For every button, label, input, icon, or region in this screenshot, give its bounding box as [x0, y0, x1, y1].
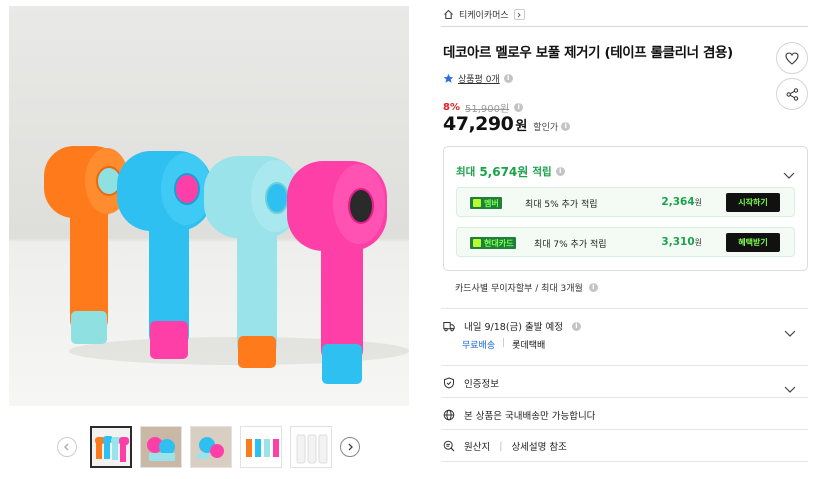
- installment-info: 카드사별 무이자할부 / 최대 3개월 i: [455, 281, 598, 294]
- thumbnail-5[interactable]: [290, 426, 332, 468]
- reward-toggle[interactable]: [783, 164, 795, 183]
- share-icon: [786, 87, 798, 101]
- reward-item-hyundaicard: 현대카드 최대 7% 추가 적립 3,310원 혜택받기: [456, 227, 795, 257]
- divider: [441, 308, 808, 309]
- separator: |: [502, 338, 506, 348]
- product-info-panel: 티케이카머스 데코아르 멜로우 보풀 제거기 (테이프 롤클리너 겸용) 상품평…: [441, 0, 808, 479]
- certification-toggle[interactable]: [784, 378, 796, 397]
- shipping-text: 내일 9/18(금) 출발 예정: [464, 322, 563, 333]
- shield-icon: [444, 377, 454, 389]
- sale-price-row: 47,290 원 할인가 i: [443, 113, 571, 135]
- home-icon: [444, 9, 453, 20]
- thumbnail-next-button[interactable]: [340, 437, 360, 457]
- product-title: 데코아르 멜로우 보풀 제거기 (테이프 롤클리너 겸용): [443, 45, 733, 61]
- separator: |: [499, 440, 503, 452]
- reward-item-member: 멤버 최대 5% 추가 적립 2,364원 시작하기: [456, 187, 795, 217]
- reward-desc: 최대 5% 추가 적립: [525, 200, 598, 210]
- thumbnail-4[interactable]: [240, 426, 282, 468]
- share-button[interactable]: [776, 78, 808, 110]
- reward-box: 최대 5,674원 적립 i 멤버 최대 5% 추가 적립 2,364원 시작하…: [443, 146, 808, 271]
- reward-value: 2,364원: [661, 196, 702, 208]
- divider: [441, 397, 808, 398]
- globe-icon: [443, 409, 455, 421]
- wishlist-button[interactable]: [776, 42, 808, 74]
- domestic-shipping-row: 본 상품은 국내배송만 가능합니다: [443, 408, 595, 422]
- review-count-link[interactable]: 상품평 0개: [458, 72, 500, 85]
- info-icon[interactable]: i: [555, 167, 565, 176]
- reward-value: 3,310원: [661, 236, 702, 248]
- chevron-right-icon: [513, 9, 525, 20]
- thumbnail-3[interactable]: [190, 426, 232, 468]
- sale-price-unit: 원: [515, 119, 528, 134]
- reward-max-amount: 5,674원: [479, 165, 529, 179]
- certification-row[interactable]: 인증정보: [443, 376, 499, 390]
- get-benefit-button[interactable]: 혜택받기: [726, 233, 780, 252]
- search-doc-icon: [443, 440, 455, 452]
- lint-remover-mint: [204, 156, 299, 368]
- lint-remover-blue: [117, 151, 212, 359]
- reward-desc: 최대 7% 추가 적립: [534, 240, 607, 250]
- info-icon[interactable]: i: [561, 122, 571, 131]
- arrow-left-icon: [64, 443, 69, 451]
- free-shipping-label: 무료배송: [462, 341, 496, 351]
- divider: [441, 461, 808, 462]
- divider: [441, 26, 808, 27]
- sale-price: 47,290: [443, 113, 514, 135]
- start-button[interactable]: 시작하기: [726, 193, 780, 212]
- member-badge: 멤버: [470, 197, 502, 209]
- hyundaicard-badge: 현대카드: [470, 237, 517, 249]
- info-icon[interactable]: i: [572, 321, 581, 331]
- rating-summary[interactable]: 상품평 0개 i: [443, 72, 513, 85]
- reward-suffix: 적립: [532, 166, 552, 178]
- origin-row: 원산지 | 상세설명 참조: [443, 439, 567, 453]
- sale-price-label: 할인가: [533, 123, 559, 133]
- discount-rate: 8%: [443, 102, 460, 113]
- chevron-down-icon: [784, 330, 796, 337]
- installment-text: 카드사별 무이자할부 / 최대 3개월: [455, 284, 583, 294]
- courier-name: 롯데택배: [512, 341, 546, 351]
- shipping-details: 무료배송 | 롯데택배: [462, 338, 545, 351]
- info-icon[interactable]: i: [514, 103, 524, 112]
- reward-prefix: 최대: [456, 166, 476, 178]
- domestic-shipping-text: 본 상품은 국내배송만 가능합니다: [464, 411, 596, 422]
- truck-icon: [443, 321, 455, 331]
- chevron-down-icon: [784, 386, 796, 393]
- shipping-row[interactable]: 내일 9/18(금) 출발 예정 i: [443, 319, 581, 333]
- info-icon[interactable]: i: [588, 283, 598, 292]
- lint-remover-orange: [44, 146, 129, 344]
- info-icon[interactable]: i: [503, 74, 513, 83]
- origin-value: 상세설명 참조: [511, 442, 567, 453]
- heart-icon: [785, 51, 799, 65]
- origin-label: 원산지: [464, 442, 491, 453]
- reward-header[interactable]: 최대 5,674원 적립 i: [456, 163, 565, 180]
- chevron-down-icon: [783, 172, 795, 179]
- thumbnail-strip: [57, 426, 362, 468]
- product-main-image: [9, 6, 409, 406]
- thumbnail-prev-button[interactable]: [57, 437, 77, 457]
- thumbnail-1[interactable]: [90, 426, 132, 468]
- star-icon: [443, 73, 454, 83]
- thumbnail-2[interactable]: [140, 426, 182, 468]
- arrow-right-icon: [348, 443, 353, 451]
- store-name[interactable]: 티케이카머스: [459, 8, 509, 21]
- breadcrumb[interactable]: 티케이카머스: [443, 8, 525, 21]
- certification-label: 인증정보: [464, 379, 499, 390]
- divider: [441, 429, 808, 430]
- divider: [441, 365, 808, 366]
- shipping-toggle[interactable]: [784, 322, 796, 341]
